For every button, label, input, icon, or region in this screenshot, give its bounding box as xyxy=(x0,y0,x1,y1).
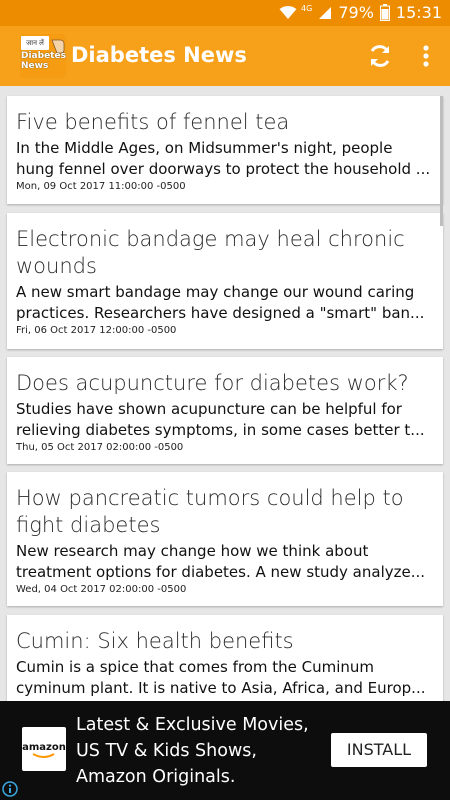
smile-arrow-icon xyxy=(32,753,55,758)
refresh-icon[interactable] xyxy=(365,41,395,71)
battery-level: 79% xyxy=(338,3,374,22)
news-title: Does acupuncture for diabetes work? xyxy=(16,371,409,395)
news-feed[interactable]: Five benefits of fennel tea In the Middl… xyxy=(0,86,450,701)
ad-text-line: Amazon Originals. xyxy=(76,767,236,787)
amazon-logo[interactable]: amazon xyxy=(22,727,66,771)
news-summary: Cumin is a spice that comes from the Cum… xyxy=(16,657,434,699)
ad-text-line: US TV & Kids Shows, xyxy=(76,741,257,761)
news-summary-line: In the Middle Ages, on Midsummer's night… xyxy=(16,139,393,157)
news-title: How pancreatic tumors could help to figh… xyxy=(16,486,404,537)
news-date: Wed, 04 Oct 2017 02:00:00 -0500 xyxy=(16,584,187,595)
battery-icon xyxy=(379,4,390,21)
signal-icon xyxy=(319,6,332,19)
logo-top-text: जान लें xyxy=(21,36,49,50)
logo-text: Diabetes News xyxy=(21,51,66,71)
news-title: Cumin: Six health benefits xyxy=(16,629,294,653)
network-type: 4G xyxy=(301,4,313,13)
status-icons: 4G 79% 15:31 xyxy=(279,3,442,22)
news-title: Five benefits of fennel tea xyxy=(16,110,290,134)
clock: 15:31 xyxy=(395,3,442,22)
news-summary: A new smart bandage may change our wound… xyxy=(16,282,434,324)
news-summary-line: Studies have shown acupuncture can be he… xyxy=(16,400,402,418)
app-logo: जान लें Diabetes News xyxy=(20,34,66,78)
ad-text-line: Latest & Exclusive Movies, xyxy=(76,715,309,735)
news-summary-line: practices. Researchers have designed a "… xyxy=(16,304,425,322)
wifi-icon xyxy=(279,5,297,19)
news-summary: Studies have shown acupuncture can be he… xyxy=(16,399,434,441)
news-card[interactable]: How pancreatic tumors could help to figh… xyxy=(7,472,443,606)
ad-text[interactable]: Latest & Exclusive Movies, US TV & Kids … xyxy=(76,712,336,790)
news-summary-line: hung fennel over doorways to protect the… xyxy=(16,160,431,178)
news-summary-line: Cumin is a spice that comes from the Cum… xyxy=(16,658,375,676)
news-title: Electronic bandage may heal chronic woun… xyxy=(16,227,405,278)
news-date: Fri, 06 Oct 2017 12:00:00 -0500 xyxy=(16,325,177,336)
news-summary: In the Middle Ages, on Midsummer's night… xyxy=(16,138,434,180)
news-summary-line: cyminum plant. It is native to Asia, Afr… xyxy=(16,679,426,697)
app-bar: जान लें Diabetes News Diabetes News xyxy=(0,26,450,86)
news-card[interactable]: Cumin: Six health benefits Cumin is a sp… xyxy=(7,615,443,701)
news-date: Thu, 05 Oct 2017 02:00:00 -0500 xyxy=(16,442,184,453)
news-card[interactable]: Does acupuncture for diabetes work? Stud… xyxy=(7,357,443,464)
status-bar: 4G 79% 15:31 xyxy=(0,0,450,26)
adchoices-icon[interactable] xyxy=(2,781,18,797)
app-title: Diabetes News xyxy=(71,43,247,67)
scrollbar[interactable] xyxy=(440,96,443,226)
news-summary-line: A new smart bandage may change our wound… xyxy=(16,283,415,301)
news-date: Mon, 09 Oct 2017 11:00:00 -0500 xyxy=(16,181,186,192)
install-button[interactable]: INSTALL xyxy=(331,733,427,767)
news-card[interactable]: Five benefits of fennel tea In the Middl… xyxy=(7,96,443,204)
news-summary-line: New research may change how we think abo… xyxy=(16,542,369,560)
more-vert-icon[interactable] xyxy=(416,41,436,71)
ad-brand: amazon xyxy=(22,742,66,753)
news-summary-line: treatment options for diabetes. A new st… xyxy=(16,563,426,581)
news-summary-line: relieving diabetes symptoms, in some cas… xyxy=(16,421,425,439)
news-summary: New research may change how we think abo… xyxy=(16,541,434,583)
news-card[interactable]: Electronic bandage may heal chronic woun… xyxy=(7,213,443,349)
